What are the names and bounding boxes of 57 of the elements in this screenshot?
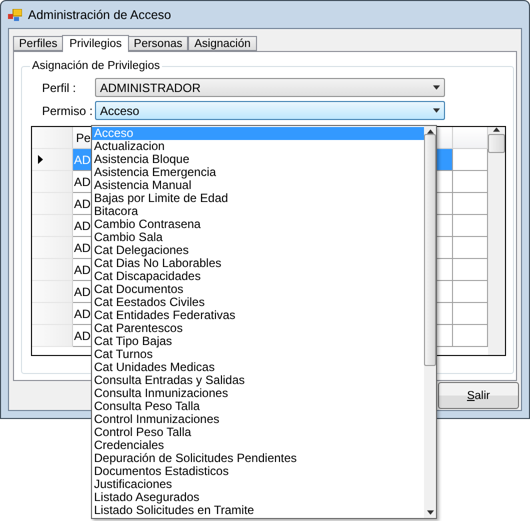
app-icon [8, 8, 22, 20]
table-cell [453, 193, 488, 215]
list-option[interactable]: Depuración de Solicitudes Pendientes [92, 452, 424, 465]
list-option[interactable]: Control Peso Talla [92, 426, 424, 439]
list-option[interactable]: Cat Turnos [92, 348, 424, 361]
table-cell [453, 325, 488, 347]
list-option[interactable]: Cat Unidades Medicas [92, 361, 424, 374]
list-option[interactable]: Cat Tipo Bajas [92, 335, 424, 348]
list-option[interactable]: Cambio Contrasena [92, 218, 424, 231]
list-option[interactable]: Consulta Peso Talla [92, 400, 424, 413]
table-cell [453, 171, 488, 193]
list-option[interactable]: Listado Solicitudes en Tramite [92, 504, 424, 517]
scroll-up-icon[interactable] [493, 127, 500, 132]
profile-dropdown[interactable]: ADMINISTRADOR [95, 78, 445, 97]
list-option[interactable]: Consulta Entradas y Salidas [92, 374, 424, 387]
list-option[interactable]: Asistencia Manual [92, 179, 424, 192]
list-option[interactable]: Justificaciones [92, 478, 424, 491]
list-option[interactable]: Cat Parentescos [92, 322, 424, 335]
list-option[interactable]: Credenciales [92, 439, 424, 452]
table-cell [453, 281, 488, 303]
list-option[interactable]: Listado Asegurados [92, 491, 424, 504]
table-cell [453, 149, 488, 171]
list-option[interactable]: Documentos Estadisticos [92, 465, 424, 478]
caret-icon[interactable] [433, 85, 440, 90]
table-cell [453, 237, 488, 259]
tab[interactable]: Privilegios [62, 35, 129, 52]
list-option[interactable]: Consulta Inmunizaciones [92, 387, 424, 400]
list-option[interactable]: Cat Entidades Federativas [92, 309, 424, 322]
list-option[interactable]: Asistencia Bloque [92, 153, 424, 166]
window-title: Administración de Acceso [28, 8, 172, 22]
list-option[interactable]: Control Inmunizaciones [92, 413, 424, 426]
column-header[interactable] [453, 127, 488, 149]
table-cell [453, 259, 488, 281]
current-row-icon [38, 155, 43, 164]
table-cell [453, 215, 488, 237]
exit-button[interactable]: Salir [438, 382, 519, 409]
list-option[interactable]: Cat Dias No Laborables [92, 257, 424, 270]
tab[interactable]: Perfiles [13, 36, 64, 51]
scrollbar-thumb[interactable] [488, 134, 505, 153]
caret-icon[interactable] [433, 108, 440, 113]
row-header[interactable] [32, 149, 73, 171]
scrollbar[interactable] [488, 127, 505, 355]
tab[interactable]: Asignación [188, 36, 257, 51]
table-cell [453, 303, 488, 325]
scrollbar[interactable] [424, 126, 436, 518]
group-title: Asignación de Privilegios [31, 60, 161, 72]
list-option[interactable]: Cat Documentos [92, 283, 424, 296]
list-option[interactable]: Bajas por Limite de Edad [92, 192, 424, 205]
field-label: Perfil : [42, 80, 78, 94]
list-option[interactable]: Cat Delegaciones [92, 244, 424, 257]
scroll-down-icon[interactable] [426, 510, 434, 515]
tab[interactable]: Personas [128, 36, 188, 51]
list-option[interactable]: Cat Discapacidades [92, 270, 424, 283]
list-option[interactable]: Bitacora [92, 205, 424, 218]
field-label: Permiso : [42, 104, 94, 118]
permission-dropdown[interactable]: Acceso [95, 101, 445, 120]
scrollbar-thumb[interactable] [424, 134, 436, 366]
